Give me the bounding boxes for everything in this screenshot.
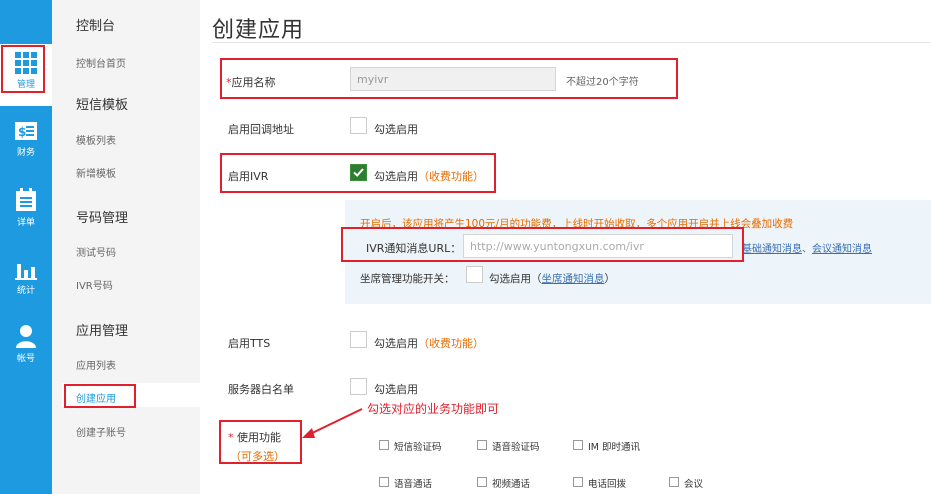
title-divider [212,42,931,43]
rail-label: 帐号 [16,354,35,364]
seat-switch-checkbox[interactable] [466,266,483,283]
rail-item-finance[interactable]: $ 财务 [0,114,52,176]
whitelist-option: 勾选启用 [374,383,418,396]
rail-label: 统计 [16,286,35,296]
service-checkbox-im[interactable] [573,440,583,450]
subnav-item[interactable]: 控制台首页 [76,55,126,70]
subnav-item[interactable]: 应用列表 [76,357,116,372]
callback-checkbox[interactable] [350,117,367,134]
subnav-item[interactable]: 测试号码 [76,244,116,259]
service-checkbox-callback[interactable] [573,477,583,487]
seat-switch-option: 勾选启用（坐席通知消息） [489,273,615,285]
rail-item-account[interactable]: 帐号 [0,320,52,382]
service-checkbox-voice-call[interactable] [379,477,389,487]
service-label: 语音通话 [394,479,433,490]
bar-chart-icon [15,264,37,280]
service-label: 短信验证码 [394,442,442,453]
user-icon [16,325,36,348]
highlight-app-name [220,58,678,99]
subnav-item[interactable]: 模板列表 [76,132,116,147]
service-label: 电话回拨 [588,479,627,490]
seat-switch-label: 坐席管理功能开关： [360,273,455,285]
whitelist-label: 服务器白名单 [228,383,294,396]
subnav-group-title: 应用管理 [76,324,129,339]
service-checkbox-sms[interactable] [379,440,389,450]
subnav-item[interactable]: 新增模板 [76,165,116,180]
basic-notify-link[interactable]: 基础通知消息 [742,244,802,255]
page-title: 创建应用 [212,18,305,43]
subnav-item[interactable]: 创建子账号 [76,424,126,439]
highlight-rail-manage [1,45,45,93]
highlight-ivr-url [341,227,744,262]
conference-notify-link[interactable]: 会议通知消息 [812,244,872,255]
tts-option: 勾选启用（收费功能） [374,337,484,350]
highlight-functions [219,420,302,464]
callback-option: 勾选启用 [374,123,418,136]
annotation-arrow-icon [302,408,363,438]
rail-item-stats[interactable]: 统计 [0,252,52,314]
highlight-create-app [64,384,136,408]
svg-text:$: $ [18,125,26,139]
rail-label: 财务 [16,148,35,158]
list-icon [16,188,36,211]
subnav-group-title: 号码管理 [76,211,129,226]
rail-label: 详单 [16,218,35,228]
sub-nav: 控制台 控制台首页 短信模板 模板列表 新增模板 号码管理 测试号码 IVR号码… [52,0,200,494]
subnav-item[interactable]: IVR号码 [76,277,113,292]
service-checkbox-video-call[interactable] [477,477,487,487]
service-label: IM 即时通讯 [588,442,641,453]
service-label: 会议 [684,479,704,490]
service-checkbox-voice-code[interactable] [477,440,487,450]
ivr-message-links: 基础通知消息、会议通知消息 [742,244,872,255]
service-checkbox-conference[interactable] [669,477,679,487]
seat-notify-link[interactable]: 坐席通知消息 [542,273,605,285]
highlight-ivr [220,153,496,193]
subnav-group-title: 短信模板 [76,98,129,113]
service-label: 语音验证码 [492,442,540,453]
subnav-group-title: 控制台 [76,19,116,34]
service-label: 视频通话 [492,479,531,490]
tts-label: 启用TTS [228,337,271,350]
bill-icon: $ [15,122,37,140]
callback-label: 启用回调地址 [228,123,294,136]
whitelist-checkbox[interactable] [350,378,367,395]
rail-item-details[interactable]: 详单 [0,182,52,244]
annotation-text: 勾选对应的业务功能即可 [367,402,500,416]
tts-checkbox[interactable] [350,331,367,348]
